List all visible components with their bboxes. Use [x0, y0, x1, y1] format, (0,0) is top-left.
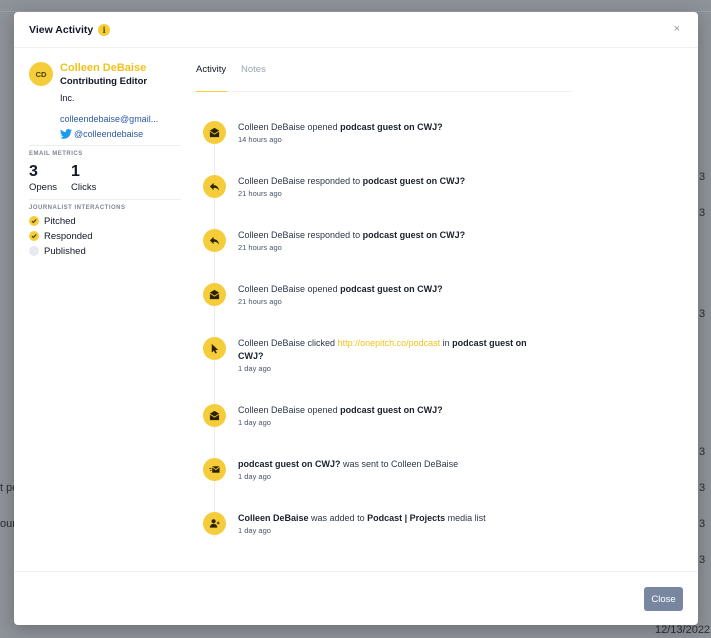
timeline-event: Colleen DeBaise was added to Podcast | P…: [203, 512, 553, 536]
contact-twitter-handle: @colleendebaise: [74, 129, 144, 139]
contact-role: Contributing Editor: [60, 76, 148, 87]
contact-email-link[interactable]: colleendebaise@gmail...: [60, 113, 158, 125]
event-text: podcast guest on CWJ? was sent to Collee…: [238, 458, 553, 471]
journalist-interactions: Pitched Responded Published: [29, 215, 181, 257]
bg-fragment: 3: [699, 207, 706, 219]
event-time: 1 day ago: [238, 418, 271, 427]
active-tab-indicator: [196, 91, 227, 92]
timeline-event: Colleen DeBaise clicked http://onepitch.…: [203, 337, 553, 374]
interaction-label: Published: [44, 245, 86, 257]
cursor-click-icon: [203, 337, 226, 360]
check-icon: [29, 231, 39, 241]
bg-fragment: 3: [699, 308, 706, 320]
envelope-open-icon: [203, 283, 226, 306]
tab-activity[interactable]: Activity: [196, 64, 226, 76]
view-activity-modal: View Activity i × CD Colleen DeBaise Con…: [14, 12, 698, 625]
timeline-event: Colleen DeBaise opened podcast guest on …: [203, 283, 553, 307]
event-subject: Podcast | Projects: [367, 513, 446, 523]
event-text-part: Colleen DeBaise opened: [238, 122, 341, 132]
event-text-part: Colleen DeBaise opened: [238, 405, 341, 415]
clicks-count: 1: [71, 163, 80, 180]
bg-fragment: 3: [699, 446, 706, 458]
event-text-part: Colleen DeBaise clicked: [238, 338, 338, 348]
journalist-interactions-heading: JOURNALIST INTERACTIONS: [29, 205, 126, 211]
event-text-part: was sent to Colleen DeBaise: [340, 459, 459, 469]
event-time: 21 hours ago: [238, 189, 282, 198]
event-subject: podcast guest on CWJ?: [340, 405, 443, 415]
event-text-part: in: [440, 338, 453, 348]
event-text: Colleen DeBaise responded to podcast gue…: [238, 175, 553, 188]
event-time: 21 hours ago: [238, 243, 282, 252]
event-time: 14 hours ago: [238, 135, 282, 144]
avatar: CD: [29, 62, 53, 86]
bg-fragment: 3: [699, 554, 706, 566]
event-subject: Colleen DeBaise: [238, 513, 309, 523]
info-icon[interactable]: i: [98, 23, 111, 36]
timeline-event: Colleen DeBaise opened podcast guest on …: [203, 404, 553, 428]
contact-panel: CD Colleen DeBaise Contributing Editor I…: [29, 62, 181, 257]
tab-notes[interactable]: Notes: [241, 64, 266, 76]
user-added-icon: [203, 512, 226, 535]
email-metrics-heading: EMAIL METRICS: [29, 151, 83, 157]
bg-fragment: 3: [699, 518, 706, 530]
contact-twitter-link[interactable]: @colleendebaise: [60, 128, 158, 140]
bg-fragment-date: 12/13/2022: [655, 624, 711, 636]
event-subject: podcast guest on CWJ?: [340, 122, 443, 132]
event-text-part: was added to: [308, 513, 368, 523]
event-subject: podcast guest on CWJ?: [362, 176, 466, 186]
timeline-event: Colleen DeBaise opened podcast guest on …: [203, 121, 553, 145]
interaction-responded: Responded: [29, 230, 181, 242]
event-time: 1 day ago: [238, 364, 271, 373]
close-icon[interactable]: ×: [674, 24, 680, 35]
opens-metric: 3 Opens: [29, 163, 57, 194]
interaction-label: Pitched: [44, 215, 76, 227]
event-time: 21 hours ago: [238, 297, 282, 306]
event-text: Colleen DeBaise was added to Podcast | P…: [238, 512, 553, 525]
timeline-event: Colleen DeBaise responded to podcast gue…: [203, 229, 553, 253]
modal-title: View Activity: [29, 23, 94, 36]
event-time: 1 day ago: [238, 472, 271, 481]
event-text-part: Colleen DeBaise responded to: [238, 230, 363, 240]
event-time: 1 day ago: [238, 526, 271, 535]
opens-count: 3: [29, 163, 38, 180]
bg-fragment: 3: [699, 482, 706, 494]
interaction-label: Responded: [44, 230, 93, 242]
event-text: Colleen DeBaise opened podcast guest on …: [238, 121, 553, 134]
envelope-open-icon: [203, 404, 226, 427]
event-text: Colleen DeBaise opened podcast guest on …: [238, 404, 553, 417]
contact-card: CD Colleen DeBaise Contributing Editor I…: [29, 62, 181, 140]
interaction-published: Published: [29, 245, 181, 257]
envelope-open-icon: [203, 121, 226, 144]
event-subject: podcast guest on CWJ?: [238, 459, 341, 469]
contact-name[interactable]: Colleen DeBaise: [60, 62, 158, 74]
activity-tabs: Activity Notes: [196, 64, 571, 92]
check-icon: [29, 216, 39, 226]
interaction-pitched: Pitched: [29, 215, 181, 227]
close-button[interactable]: Close: [644, 587, 683, 611]
event-text-part: Colleen DeBaise opened: [238, 284, 341, 294]
opens-label: Opens: [29, 182, 57, 193]
event-text-part: media list: [445, 513, 486, 523]
twitter-icon: [60, 129, 72, 139]
email-metrics: 3 Opens 1 Clicks: [29, 163, 181, 194]
bg-fragment: 3: [699, 171, 706, 183]
modal-header: View Activity i ×: [14, 12, 698, 48]
event-link[interactable]: http://onepitch.co/podcast: [338, 338, 441, 348]
send-mail-icon: [203, 458, 226, 481]
reply-icon: [203, 175, 226, 198]
event-text-part: Colleen DeBaise responded to: [238, 176, 363, 186]
contact-company: Inc.: [60, 93, 75, 103]
modal-footer: Close: [14, 571, 698, 625]
timeline-event: podcast guest on CWJ? was sent to Collee…: [203, 458, 553, 482]
reply-icon: [203, 229, 226, 252]
event-subject: podcast guest on CWJ?: [340, 284, 443, 294]
timeline-event: Colleen DeBaise responded to podcast gue…: [203, 175, 553, 199]
event-text: Colleen DeBaise opened podcast guest on …: [238, 283, 553, 296]
clicks-label: Clicks: [71, 182, 97, 193]
event-subject: podcast guest on CWJ?: [362, 230, 466, 240]
clicks-metric: 1 Clicks: [71, 163, 97, 194]
event-text: Colleen DeBaise clicked http://onepitch.…: [238, 337, 553, 363]
unchecked-icon: [29, 246, 39, 256]
event-text: Colleen DeBaise responded to podcast gue…: [238, 229, 553, 242]
